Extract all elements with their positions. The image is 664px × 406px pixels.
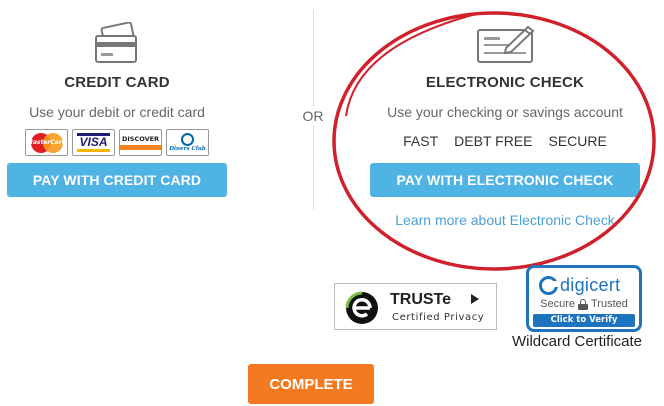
or-label: OR	[297, 106, 329, 126]
pay-with-electronic-check-button[interactable]: PAY WITH ELECTRONIC CHECK	[370, 163, 640, 197]
credit-card-icon	[92, 21, 142, 66]
truste-subtitle: Certified Privacy	[392, 312, 485, 323]
learn-more-electronic-check-link[interactable]: Learn more about Electronic Check	[350, 212, 660, 228]
feature-debt-free: DEBT FREE	[454, 133, 533, 149]
mastercard-logo: MasterCard	[25, 129, 68, 156]
click-to-verify-label[interactable]: Click to Verify	[533, 314, 635, 327]
electronic-check-subtitle: Use your checking or savings account	[387, 104, 623, 120]
feature-fast: FAST	[403, 133, 439, 149]
wildcard-certificate-caption: Wildcard Certificate	[511, 333, 643, 350]
digicert-secure-text: Secure Trusted	[540, 298, 628, 310]
credit-card-title: CREDIT CARD	[64, 74, 170, 91]
diners-club-logo: Diners Club	[166, 129, 209, 156]
feature-secure: SECURE	[548, 133, 607, 149]
truste-badge[interactable]: TRUSTe Certified Privacy	[334, 283, 497, 330]
pay-with-credit-card-button[interactable]: PAY WITH CREDIT CARD	[7, 163, 227, 197]
complete-button[interactable]: COMPLETE	[248, 364, 374, 404]
play-arrow-icon	[471, 294, 479, 304]
check-icon	[476, 24, 536, 66]
truste-name: TRUSTe	[390, 291, 452, 308]
visa-logo: VISA	[72, 129, 115, 156]
digicert-logo: digicert	[539, 273, 635, 297]
lock-icon	[577, 298, 588, 310]
credit-card-subtitle: Use your debit or credit card	[29, 104, 205, 120]
discover-logo: DISCOVER	[119, 129, 162, 156]
truste-logo-icon	[345, 291, 378, 324]
electronic-check-title: ELECTRONIC CHECK	[425, 74, 585, 91]
electronic-check-features: FAST DEBT FREE SECURE	[350, 133, 660, 149]
digicert-o-icon	[539, 275, 558, 295]
digicert-badge[interactable]: digicert Secure Trusted Click to Verify	[526, 265, 642, 332]
card-logos: MasterCard VISA DISCOVER Diners Club	[25, 129, 211, 157]
